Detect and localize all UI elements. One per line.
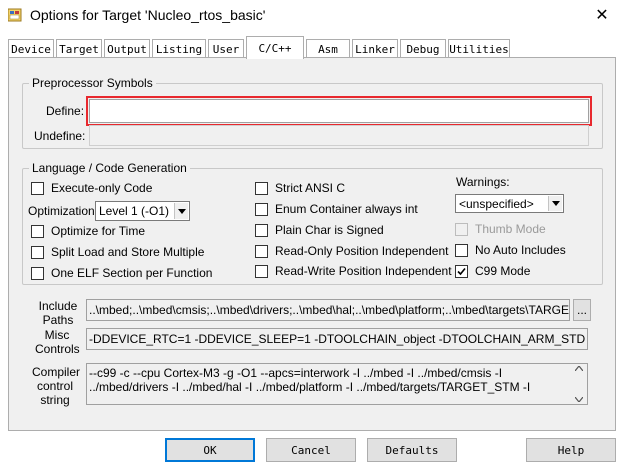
warnings-value: <unspecified> [459, 196, 534, 211]
rw-position-checkbox[interactable] [255, 264, 268, 278]
tab-strip: Device Target Output Listing User C/C++ … [0, 36, 623, 59]
undefine-label: Undefine: [34, 129, 86, 143]
warnings-label: Warnings: [456, 175, 510, 189]
close-icon: ✕ [595, 7, 609, 24]
ok-button[interactable]: OK [165, 438, 255, 462]
language-group-title: Language / Code Generation [29, 161, 190, 175]
include-paths-input[interactable]: ..\mbed;..\mbed\cmsis;..\mbed\drivers;..… [86, 299, 570, 321]
compiler-control-string-box[interactable]: --c99 -c --cpu Cortex-M3 -g -O1 --apcs=i… [86, 363, 588, 405]
rw-position-checkbox-row[interactable]: Read-Write Position Independent [255, 264, 452, 278]
thumb-mode-checkbox-row[interactable]: Thumb Mode [455, 222, 546, 236]
chevron-down-icon [548, 196, 562, 211]
ro-position-checkbox-row[interactable]: Read-Only Position Independent [255, 244, 448, 258]
window-title: Options for Target 'Nucleo_rtos_basic' [30, 7, 266, 23]
enum-container-checkbox-row[interactable]: Enum Container always int [255, 202, 418, 216]
scroll-down-icon[interactable] [575, 397, 583, 402]
one-elf-label: One ELF Section per Function [51, 266, 213, 280]
optimization-label: Optimization: [28, 204, 99, 218]
split-load-checkbox-row[interactable]: Split Load and Store Multiple [31, 245, 204, 259]
misc-controls-label: Misc Controls [35, 328, 80, 356]
tab-target[interactable]: Target [56, 39, 102, 58]
optimization-select[interactable]: Level 1 (-O1) [95, 201, 190, 221]
optimize-time-label: Optimize for Time [51, 224, 146, 238]
one-elf-checkbox-row[interactable]: One ELF Section per Function [31, 266, 212, 280]
ro-position-label: Read-Only Position Independent [275, 244, 449, 258]
tab-debug[interactable]: Debug [400, 39, 446, 58]
c99-mode-checkbox-row[interactable]: C99 Mode [455, 264, 530, 278]
compiler-control-string-label: Compiler control string [32, 365, 81, 407]
thumb-mode-checkbox[interactable] [455, 222, 468, 236]
cancel-button[interactable]: Cancel [266, 438, 356, 462]
strict-ansi-checkbox-row[interactable]: Strict ANSI C [255, 181, 345, 195]
rw-position-label: Read-Write Position Independent [275, 264, 452, 278]
define-label: Define: [46, 104, 85, 118]
help-button[interactable]: Help [526, 438, 616, 462]
execute-only-checkbox[interactable] [31, 181, 44, 195]
tab-device[interactable]: Device [8, 39, 54, 58]
checkmark-icon [457, 267, 466, 275]
no-auto-includes-checkbox[interactable] [455, 243, 468, 257]
ro-position-checkbox[interactable] [255, 244, 268, 258]
optimization-value: Level 1 (-O1) [99, 204, 170, 218]
compiler-string-scrollbar[interactable] [573, 366, 585, 402]
tab-asm[interactable]: Asm [306, 39, 350, 58]
warnings-select[interactable]: <unspecified> [455, 194, 564, 213]
c99-mode-label: C99 Mode [475, 264, 531, 278]
define-highlight [86, 96, 592, 126]
plain-char-label: Plain Char is Signed [275, 223, 384, 237]
plain-char-checkbox[interactable] [255, 223, 268, 237]
preprocessor-group-title: Preprocessor Symbols [29, 76, 156, 90]
scroll-up-icon[interactable] [575, 366, 583, 371]
c99-mode-checkbox[interactable] [455, 264, 468, 278]
enum-container-label: Enum Container always int [275, 202, 418, 216]
optimize-time-checkbox-row[interactable]: Optimize for Time [31, 224, 145, 238]
tab-c-cpp[interactable]: C/C++ [246, 36, 304, 59]
enum-container-checkbox[interactable] [255, 202, 268, 216]
thumb-mode-label: Thumb Mode [475, 222, 546, 236]
no-auto-includes-checkbox-row[interactable]: No Auto Includes [455, 243, 566, 257]
strict-ansi-label: Strict ANSI C [275, 181, 346, 195]
tab-utilities[interactable]: Utilities [448, 39, 510, 58]
tab-linker[interactable]: Linker [352, 39, 398, 58]
tab-listing[interactable]: Listing [152, 39, 206, 58]
tab-output[interactable]: Output [104, 39, 150, 58]
close-button[interactable]: ✕ [589, 3, 615, 27]
options-app-icon [7, 8, 22, 22]
split-load-label: Split Load and Store Multiple [51, 245, 205, 259]
tab-user[interactable]: User [208, 39, 244, 58]
defaults-button[interactable]: Defaults [367, 438, 457, 462]
chevron-down-icon [174, 203, 188, 219]
plain-char-checkbox-row[interactable]: Plain Char is Signed [255, 223, 384, 237]
no-auto-includes-label: No Auto Includes [475, 243, 566, 257]
misc-controls-input[interactable]: -DDEVICE_RTC=1 -DDEVICE_SLEEP=1 -DTOOLCH… [86, 328, 588, 350]
compiler-control-string-text: --c99 -c --cpu Cortex-M3 -g -O1 --apcs=i… [89, 366, 531, 394]
execute-only-checkbox-row[interactable]: Execute-only Code [31, 181, 152, 195]
execute-only-label: Execute-only Code [51, 181, 153, 195]
strict-ansi-checkbox[interactable] [255, 181, 268, 195]
split-load-checkbox[interactable] [31, 245, 44, 259]
include-paths-browse-button[interactable]: ... [573, 299, 591, 321]
optimize-time-checkbox[interactable] [31, 224, 44, 238]
undefine-input[interactable] [89, 125, 589, 146]
one-elf-checkbox[interactable] [31, 266, 44, 280]
include-paths-label: Include Paths [38, 299, 78, 327]
